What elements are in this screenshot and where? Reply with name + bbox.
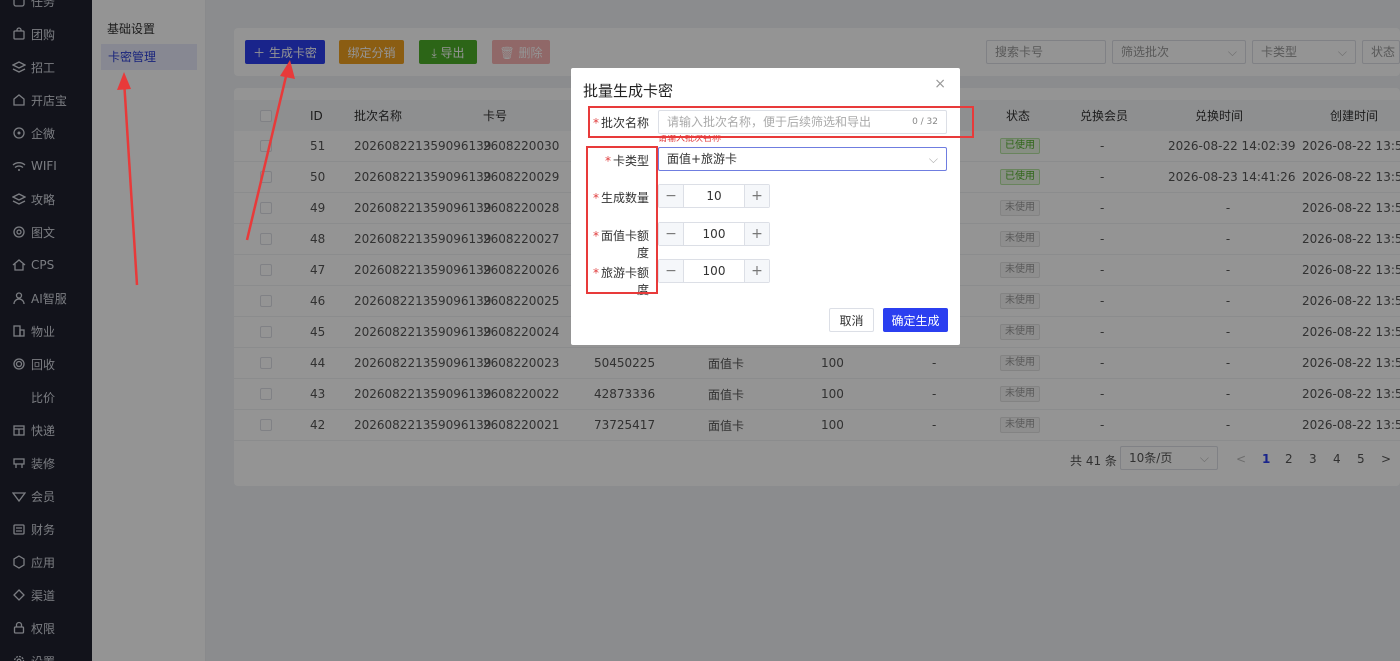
close-icon[interactable]: × <box>934 76 946 92</box>
chevron-down-icon: ⌵ <box>928 152 938 166</box>
travel-amount-value[interactable]: 100 <box>683 260 745 282</box>
travel-amount-stepper: − 100 + <box>658 259 770 283</box>
travel-amount-decrease-button[interactable]: − <box>659 260 683 282</box>
card-type-value: 面值+旅游卡 <box>667 152 738 166</box>
face-amount-value[interactable]: 100 <box>683 223 745 245</box>
face-amount-increase-button[interactable]: + <box>745 223 769 245</box>
dialog-title: 批量生成卡密 <box>583 82 674 100</box>
card-type-select[interactable]: 面值+旅游卡 ⌵ <box>658 147 947 171</box>
quantity-stepper: − 10 + <box>658 184 770 208</box>
travel-amount-increase-button[interactable]: + <box>745 260 769 282</box>
annotation-box-labels <box>586 146 658 294</box>
quantity-value[interactable]: 10 <box>683 185 745 207</box>
face-amount-stepper: − 100 + <box>658 222 770 246</box>
confirm-generate-button[interactable]: 确定生成 <box>883 308 948 332</box>
face-amount-decrease-button[interactable]: − <box>659 223 683 245</box>
quantity-decrease-button[interactable]: − <box>659 185 683 207</box>
cancel-button[interactable]: 取消 <box>829 308 874 332</box>
annotation-box-batch-name <box>588 106 974 138</box>
quantity-increase-button[interactable]: + <box>745 185 769 207</box>
